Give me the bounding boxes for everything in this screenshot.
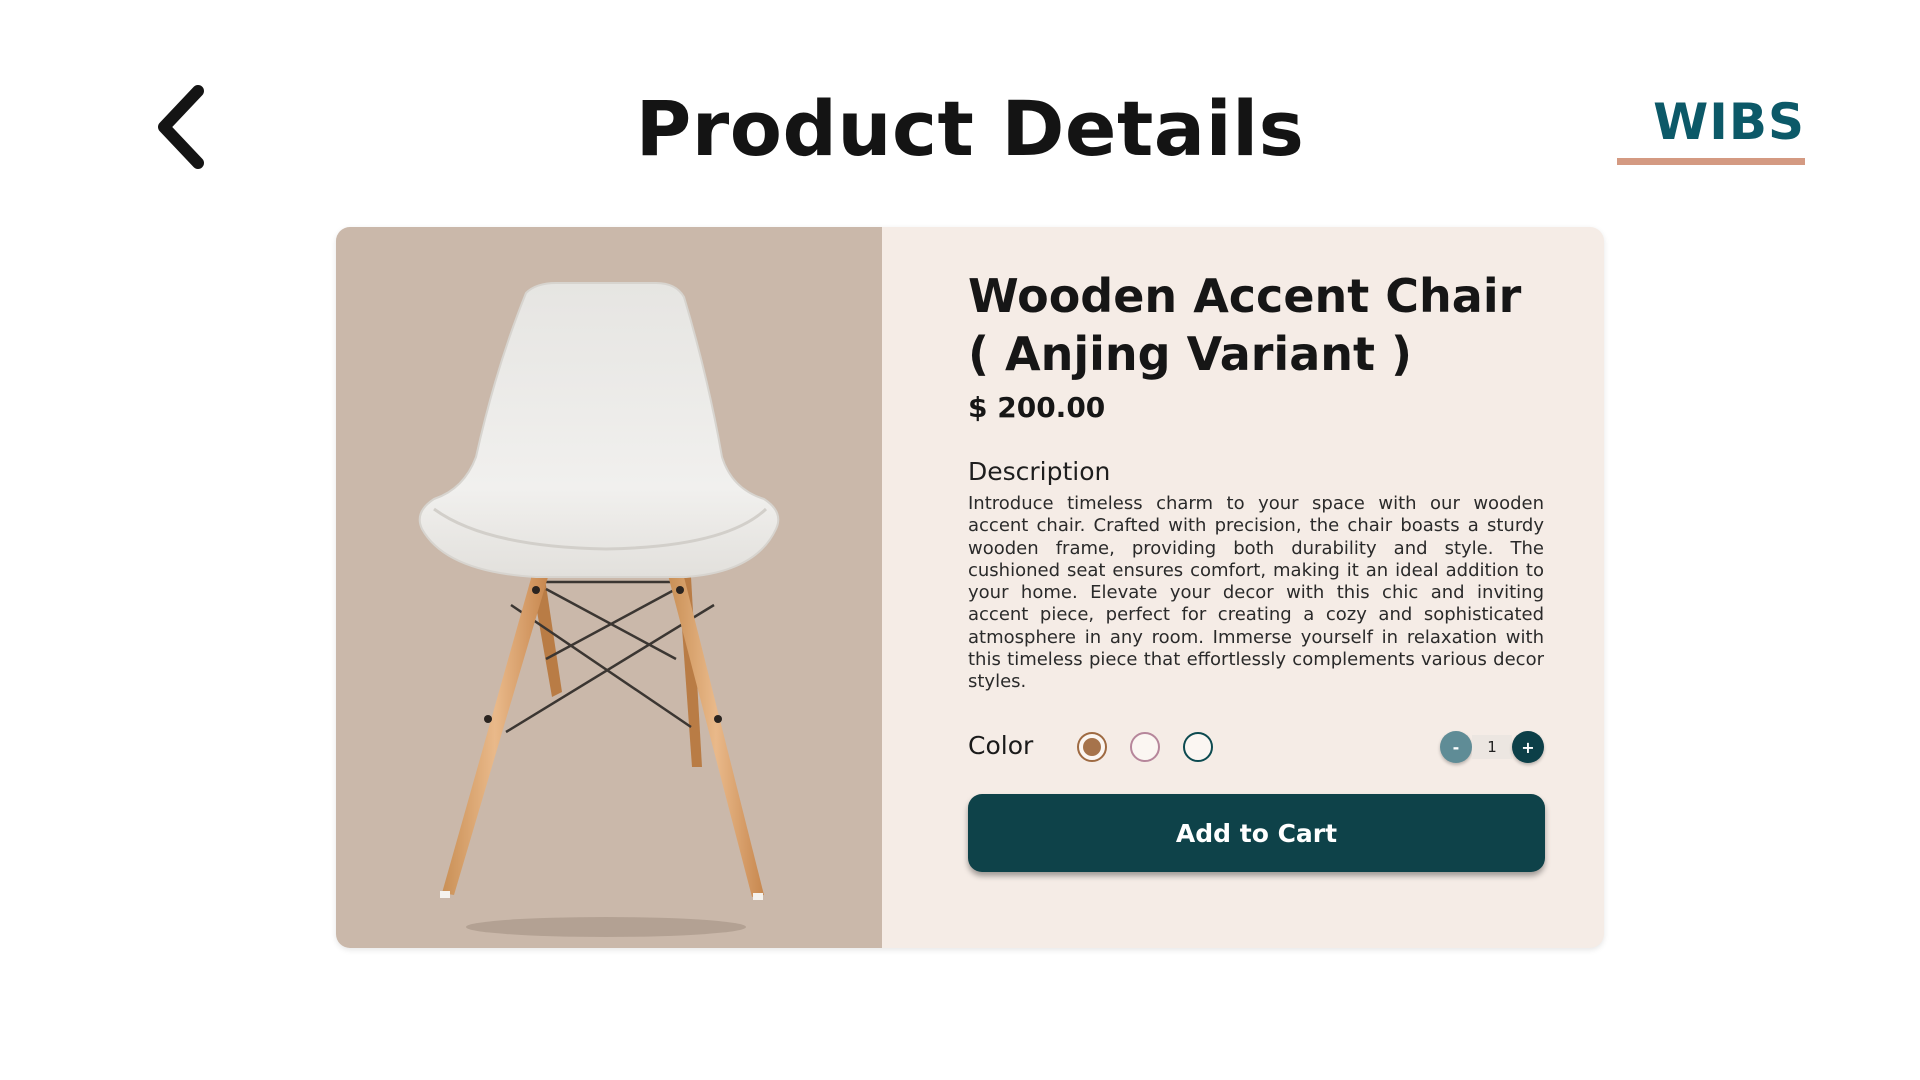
product-info: Wooden Accent Chair ( Anjing Variant ) $… [968, 267, 1544, 694]
product-name-line-1: Wooden Accent Chair [968, 269, 1522, 323]
options-row: Color - 1 + [968, 729, 1544, 765]
description-heading: Description [968, 457, 1111, 486]
color-swatch-teal[interactable] [1183, 732, 1213, 762]
product-image [336, 227, 882, 948]
quantity-decrease-button[interactable]: - [1440, 731, 1472, 763]
product-name-line-2: ( Anjing Variant ) [968, 327, 1413, 381]
logo-underline [1617, 158, 1805, 165]
chair-image [418, 282, 780, 937]
description-text: Introduce timeless charm to your space w… [968, 493, 1544, 693]
product-name: Wooden Accent Chair ( Anjing Variant ) [968, 267, 1544, 383]
product-details-page: Product Details WIBS Wooden Accent Chair… [0, 0, 1920, 1080]
brand-logo[interactable]: WIBS [1617, 93, 1805, 165]
color-label: Color [968, 731, 1034, 760]
product-card: Wooden Accent Chair ( Anjing Variant ) $… [336, 227, 1604, 948]
quantity-increase-button[interactable]: + [1512, 731, 1544, 763]
logo-text: WIBS [1653, 93, 1805, 151]
color-swatch-brown[interactable] [1077, 732, 1107, 762]
quantity-value: 1 [1472, 735, 1512, 759]
color-swatch-pink[interactable] [1130, 732, 1160, 762]
add-to-cart-button[interactable]: Add to Cart [968, 794, 1545, 872]
quantity-stepper: - 1 + [1440, 731, 1544, 763]
product-price: $ 200.00 [968, 391, 1106, 424]
